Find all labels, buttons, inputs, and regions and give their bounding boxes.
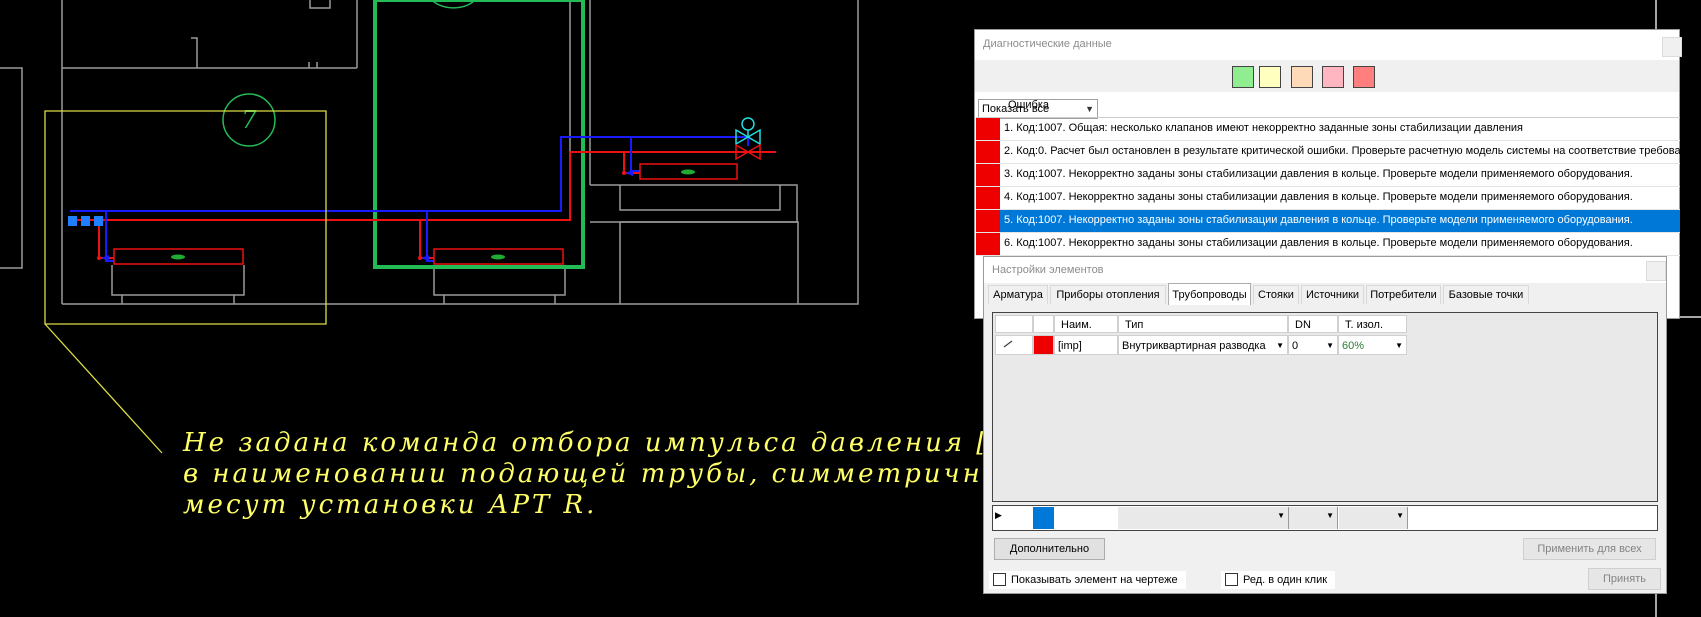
pipe-name-cell[interactable]: [imp]: [1054, 335, 1118, 355]
diagnostics-title: Диагностические данные: [983, 38, 1112, 50]
insulation-value: 60%: [1342, 340, 1365, 352]
pipe-nodes: [97, 171, 626, 260]
tab-heating-devices[interactable]: Приборы отопления: [1050, 285, 1166, 304]
more-button[interactable]: Дополнительно: [994, 538, 1105, 560]
apply-all-button[interactable]: Применить для всех: [1523, 538, 1656, 560]
swatch-error[interactable]: [1322, 66, 1344, 88]
error-row[interactable]: 4. Код:1007. Некорректно заданы зоны ста…: [976, 187, 1680, 210]
radiators[interactable]: [113, 163, 738, 265]
swatch-critical[interactable]: [1353, 66, 1375, 88]
show-on-drawing-checkbox[interactable]: Показывать элемент на чертеже: [989, 571, 1186, 589]
column-type-header: Тип: [1118, 315, 1288, 333]
error-column-header: Ошибка: [1008, 99, 1049, 111]
insulation-select[interactable]: 60% ▼: [1338, 335, 1407, 355]
swatch-warning[interactable]: [1291, 66, 1313, 88]
grid-header-cell: [995, 315, 1033, 333]
swatch-info[interactable]: [1259, 66, 1281, 88]
error-text: 6. Код:1007. Некорректно заданы зоны ста…: [1004, 237, 1633, 249]
chevron-down-icon: ▼: [1326, 511, 1334, 520]
error-row[interactable]: 6. Код:1007. Некорректно заданы зоны ста…: [976, 233, 1680, 256]
error-text: 1. Код:1007. Общая: несколько клапанов и…: [1004, 122, 1524, 134]
tab-pipelines[interactable]: Трубопроводы: [1168, 283, 1251, 305]
error-marker: [976, 141, 1000, 163]
annotation-line-2: в наименовании подающей трубы, симметрич…: [183, 459, 1022, 489]
column-insulation-header: Т. изол.: [1338, 315, 1407, 333]
error-marker: [976, 233, 1000, 255]
new-insulation-select[interactable]: ▼: [1339, 507, 1408, 529]
pipe-type-select[interactable]: Внутриквартирная разводка ▼: [1118, 335, 1288, 355]
chevron-down-icon: ▼: [1276, 341, 1284, 350]
swatch-ok[interactable]: [1232, 66, 1254, 88]
close-button[interactable]: [1662, 37, 1682, 57]
room-number-label: 7: [241, 106, 257, 134]
error-text: 3. Код:1007. Некорректно заданы зоны ста…: [1004, 168, 1633, 180]
arrow-icon: [625, 170, 633, 176]
pipelines-grid: Наим. Тип DN Т. изол. [imp] Внутрикварти…: [992, 312, 1658, 502]
element-settings-window: Настройки элементов Арматура Приборы ото…: [983, 256, 1667, 594]
error-text: 2. Код:0. Расчет был остановлен в резуль…: [1004, 145, 1680, 157]
accept-button[interactable]: Принять: [1588, 568, 1661, 590]
new-row-editor: ▶ ▼ ▼ ▼: [992, 505, 1658, 531]
one-click-edit-label: Ред. в один клик: [1243, 574, 1328, 586]
chevron-down-icon: ▼: [1396, 511, 1404, 520]
error-grid-header: Ошибка: [976, 95, 1680, 118]
tab-base-points[interactable]: Базовые точки: [1443, 285, 1529, 304]
dn-select[interactable]: 0 ▼: [1288, 335, 1338, 355]
tab-risers[interactable]: Стояки: [1253, 285, 1299, 304]
grid-header-cell: [1033, 315, 1054, 333]
close-button[interactable]: [1646, 261, 1666, 281]
chevron-down-icon: ▼: [1395, 341, 1403, 350]
error-marker: [976, 164, 1000, 186]
pipe-color-cell[interactable]: [1033, 335, 1054, 355]
highlighted-room: [373, 0, 585, 269]
pipe-type-value: Внутриквартирная разводка: [1122, 340, 1266, 352]
chevron-down-icon: ▼: [1277, 511, 1285, 520]
error-row[interactable]: 2. Код:0. Расчет был остановлен в резуль…: [976, 141, 1680, 164]
tab-armatura[interactable]: Арматура: [988, 285, 1048, 304]
checkbox-box: [993, 572, 1006, 586]
row-pointer-icon: ▶: [995, 510, 1002, 520]
error-row[interactable]: 3. Код:1007. Некорректно заданы зоны ста…: [976, 164, 1680, 187]
tab-consumers[interactable]: Потребители: [1366, 285, 1441, 304]
edit-row-icon[interactable]: [995, 335, 1033, 355]
annotation-line-3: месут установки АРТ R.: [183, 490, 598, 520]
error-text: 4. Код:1007. Некорректно заданы зоны ста…: [1004, 191, 1633, 203]
error-marker: [976, 118, 1000, 140]
pipes[interactable]: [70, 136, 776, 262]
error-row[interactable]: 1. Код:1007. Общая: несколько клапанов и…: [976, 118, 1680, 141]
new-type-select[interactable]: ▼: [1118, 507, 1289, 529]
checkbox-box: [1225, 572, 1238, 586]
error-row[interactable]: 5. Код:1007. Некорректно заданы зоны ста…: [976, 210, 1680, 233]
dn-value: 0: [1292, 340, 1299, 352]
one-click-edit-checkbox[interactable]: Ред. в один клик: [1221, 571, 1336, 589]
error-text: 5. Код:1007. Некорректно заданы зоны ста…: [1004, 214, 1633, 226]
error-grid: Ошибка 1. Код:1007. Общая: несколько кла…: [976, 95, 1680, 256]
settings-title: Настройки элементов: [984, 257, 1666, 283]
chevron-down-icon: ▼: [1326, 341, 1334, 350]
error-marker: [976, 187, 1000, 209]
column-name-header: Наим.: [1054, 315, 1118, 333]
arrow-icon: [421, 255, 429, 261]
column-dn-header: DN: [1288, 315, 1338, 333]
tab-sources[interactable]: Источники: [1301, 285, 1364, 304]
annotation-line-1: Не задана команда отбора импульса давлен…: [183, 428, 1062, 458]
error-marker: [976, 210, 1000, 232]
manifold[interactable]: [68, 216, 103, 226]
new-color-cell[interactable]: [1033, 507, 1054, 529]
new-dn-select[interactable]: ▼: [1289, 507, 1338, 529]
annotation-leader: [44, 110, 327, 454]
show-on-drawing-label: Показывать элемент на чертеже: [1011, 574, 1178, 586]
